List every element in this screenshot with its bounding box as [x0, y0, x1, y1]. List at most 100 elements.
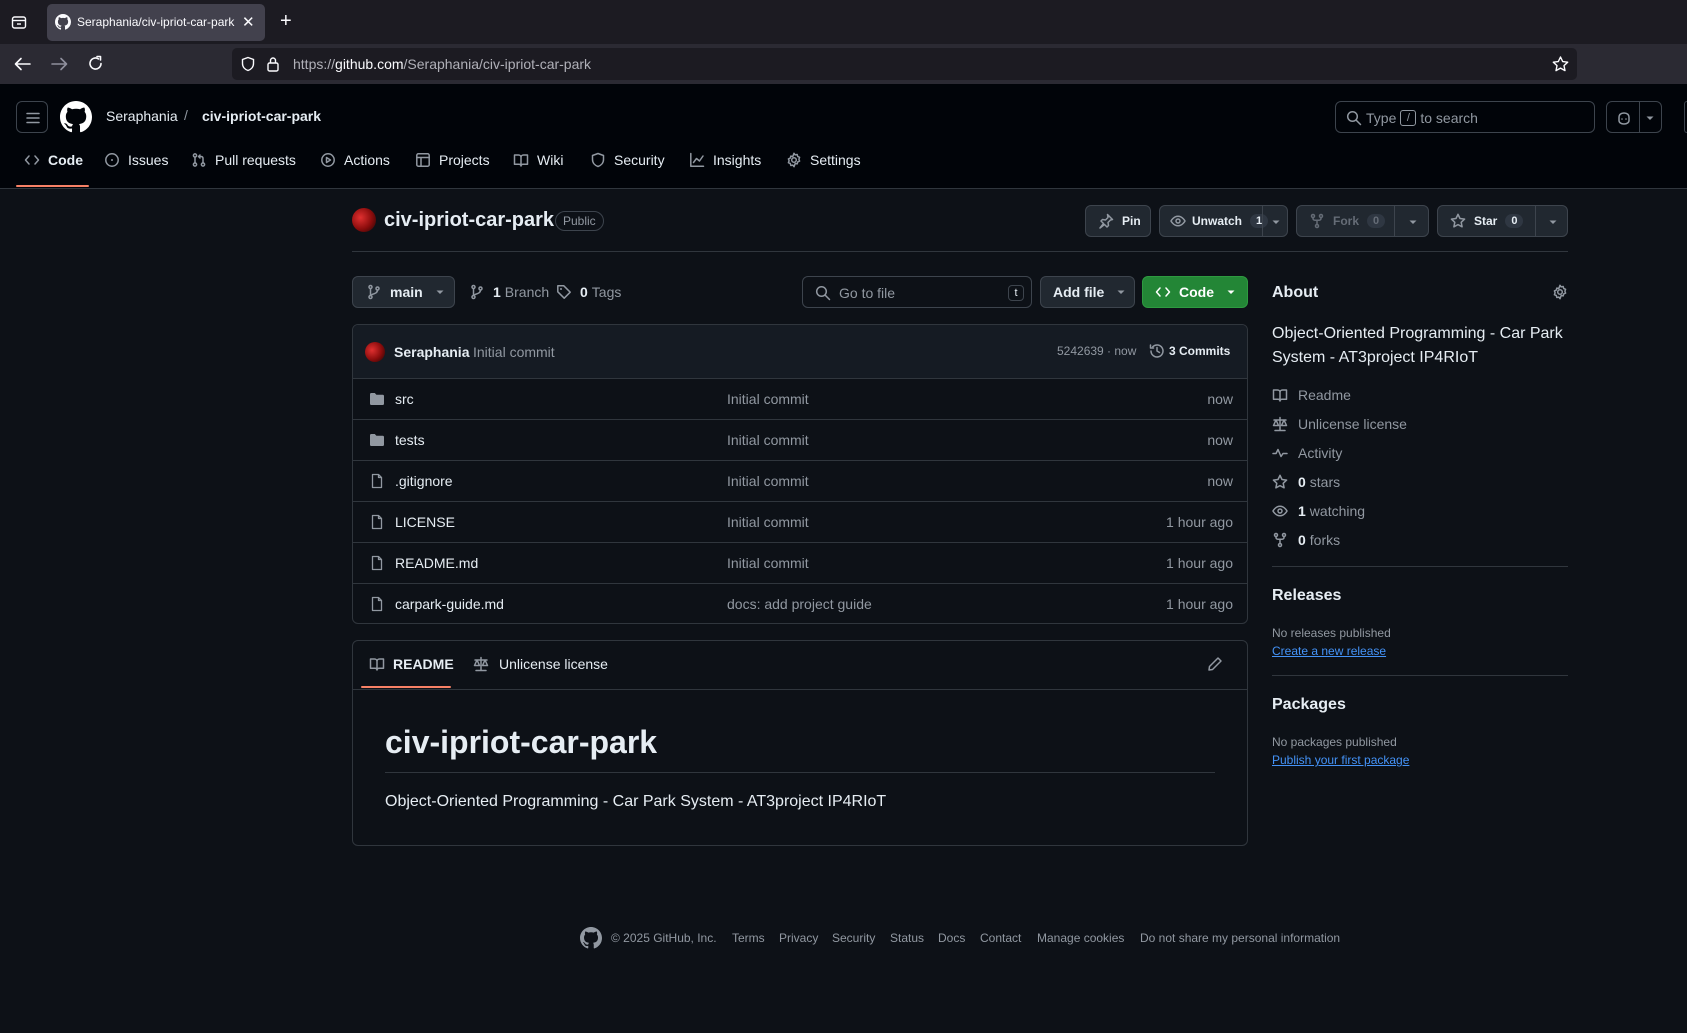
copilot-icon: [1616, 110, 1632, 126]
license-tab[interactable]: Unlicense license: [473, 656, 608, 672]
github-footer-logo-icon[interactable]: [580, 927, 602, 949]
file-name[interactable]: .gitignore: [395, 473, 453, 489]
license-link[interactable]: Unlicense license: [1272, 414, 1407, 434]
releases-title[interactable]: Releases: [1272, 587, 1341, 605]
tab-security[interactable]: Security: [590, 148, 665, 172]
tab-projects[interactable]: Projects: [415, 148, 490, 172]
pull-request-icon: [192, 153, 206, 167]
shield-icon[interactable]: [240, 56, 256, 72]
footer-do-not-share[interactable]: Do not share my personal information: [1140, 931, 1340, 945]
browser-tab-active[interactable]: Seraphania/civ-ipriot-car-park: O ✕: [47, 4, 265, 41]
stars-link[interactable]: 0 stars: [1272, 472, 1340, 492]
gear-icon[interactable]: [1552, 284, 1568, 300]
commit-author[interactable]: Seraphania: [394, 344, 469, 360]
file-icon: [369, 555, 385, 571]
breadcrumb-repo[interactable]: civ-ipriot-car-park: [202, 108, 321, 124]
file-commit-message[interactable]: Initial commit: [727, 432, 809, 448]
about-title: About: [1272, 284, 1319, 301]
github-header: Seraphania / civ-ipriot-car-park Type / …: [0, 84, 1687, 189]
tab-settings[interactable]: Settings: [786, 148, 861, 172]
folder-icon: [369, 432, 385, 448]
address-bar[interactable]: https://github.com/Seraphania/civ-ipriot…: [232, 48, 1577, 80]
readme-tab[interactable]: README: [369, 656, 454, 672]
search-input[interactable]: Type / to search: [1335, 101, 1595, 133]
file-commit-message[interactable]: Initial commit: [727, 473, 809, 489]
forward-arrow-icon[interactable]: [51, 56, 68, 72]
star-button[interactable]: Star 0: [1437, 205, 1568, 237]
fork-button[interactable]: Fork 0: [1296, 205, 1429, 237]
pencil-icon[interactable]: [1207, 656, 1223, 672]
commits-link[interactable]: 3 Commits: [1149, 343, 1230, 359]
tab-wiki[interactable]: Wiki: [513, 148, 563, 172]
readme-link[interactable]: Readme: [1272, 385, 1351, 405]
repo-title[interactable]: civ-ipriot-car-park: [384, 209, 554, 232]
file-row[interactable]: carpark-guide.md docs: add project guide 1…: [353, 583, 1247, 623]
publish-package-link[interactable]: Publish your first package: [1272, 753, 1409, 767]
menu-button[interactable]: [16, 101, 48, 133]
tab-issues[interactable]: Issues: [104, 148, 168, 172]
file-commit-message[interactable]: Initial commit: [727, 391, 809, 407]
add-file-button[interactable]: Add file: [1040, 276, 1135, 308]
pin-icon: [1099, 213, 1114, 229]
breadcrumb-owner[interactable]: Seraphania: [106, 108, 178, 124]
footer-manage-cookies[interactable]: Manage cookies: [1037, 931, 1124, 945]
activity-link[interactable]: Activity: [1272, 443, 1342, 463]
file-name[interactable]: LICENSE: [395, 514, 455, 530]
create-release-link[interactable]: Create a new release: [1272, 644, 1386, 658]
file-name[interactable]: carpark-guide.md: [395, 596, 504, 612]
pin-button[interactable]: Pin: [1085, 205, 1151, 237]
footer-docs[interactable]: Docs: [938, 931, 965, 945]
packages-title[interactable]: Packages: [1272, 696, 1346, 714]
search-icon: [1346, 110, 1362, 126]
close-tab-icon[interactable]: ✕: [242, 13, 255, 31]
play-icon: [321, 153, 335, 167]
footer-terms[interactable]: Terms: [732, 931, 765, 945]
back-arrow-icon[interactable]: [14, 56, 31, 72]
file-name[interactable]: README.md: [395, 555, 478, 571]
commit-hash-time[interactable]: 5242639 · now: [1057, 344, 1136, 358]
file-row[interactable]: LICENSE Initial commit 1 hour ago: [353, 501, 1247, 542]
go-to-file-shortcut: t: [1008, 285, 1024, 301]
forks-link[interactable]: 0 forks: [1272, 530, 1340, 550]
footer-privacy[interactable]: Privacy: [779, 931, 818, 945]
file-commit-message[interactable]: Initial commit: [727, 514, 809, 530]
lock-icon[interactable]: [266, 56, 280, 72]
file-icon: [369, 514, 385, 530]
branch-selector[interactable]: main: [352, 276, 455, 308]
file-row[interactable]: src Initial commit now: [353, 378, 1247, 419]
url-text[interactable]: https://github.com/Seraphania/civ-ipriot…: [293, 56, 591, 72]
tab-actions[interactable]: Actions: [320, 148, 390, 172]
unwatch-button[interactable]: Unwatch 1: [1159, 205, 1288, 237]
file-row[interactable]: .gitignore Initial commit now: [353, 460, 1247, 501]
file-row[interactable]: README.md Initial commit 1 hour ago: [353, 542, 1247, 583]
commit-message[interactable]: Initial commit: [473, 344, 555, 360]
go-to-file-input[interactable]: Go to file t: [802, 276, 1032, 308]
watching-link[interactable]: 1 watching: [1272, 501, 1365, 521]
reload-icon[interactable]: [87, 55, 104, 72]
file-name[interactable]: src: [395, 391, 414, 407]
file-commit-message[interactable]: Initial commit: [727, 555, 809, 571]
tab-insights[interactable]: Insights: [689, 148, 761, 172]
footer-contact[interactable]: Contact: [980, 931, 1021, 945]
file-commit-time: 1 hour ago: [1166, 555, 1233, 571]
forks-count: 0: [1298, 532, 1306, 548]
file-row[interactable]: tests Initial commit now: [353, 419, 1247, 460]
file-name[interactable]: tests: [395, 432, 425, 448]
commit-author-avatar[interactable]: [365, 342, 385, 362]
tab-code[interactable]: Code: [24, 148, 83, 172]
tab-pull-requests[interactable]: Pull requests: [191, 148, 296, 172]
copilot-button[interactable]: [1606, 101, 1662, 133]
latest-commit-bar: Seraphania Initial commit 5242639 · now …: [353, 325, 1247, 378]
tags-link[interactable]: 0 Tags: [556, 284, 621, 300]
bookmark-star-icon[interactable]: [1552, 56, 1569, 72]
footer-security[interactable]: Security: [832, 931, 875, 945]
new-tab-icon[interactable]: +: [280, 11, 292, 31]
code-button[interactable]: Code: [1142, 276, 1248, 308]
tab-list-icon[interactable]: [11, 14, 27, 30]
github-logo-icon[interactable]: [60, 101, 92, 133]
branches-link[interactable]: 1 Branch: [469, 284, 549, 300]
owner-avatar[interactable]: [352, 208, 376, 232]
search-placeholder-suffix: to search: [1420, 110, 1478, 126]
file-commit-message[interactable]: docs: add project guide: [727, 596, 872, 612]
footer-status[interactable]: Status: [890, 931, 924, 945]
